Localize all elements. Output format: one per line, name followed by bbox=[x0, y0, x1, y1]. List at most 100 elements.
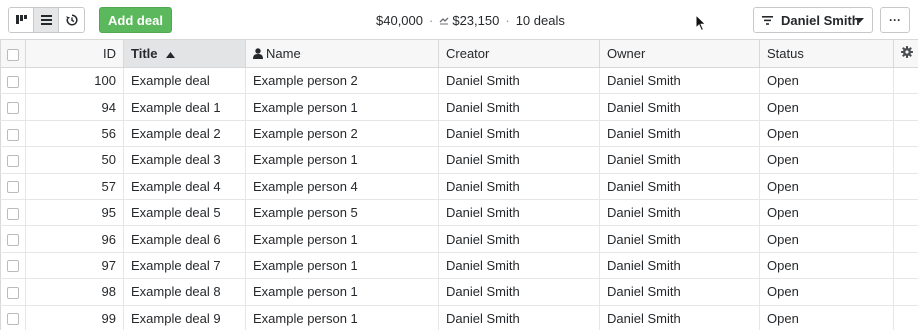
cell-title[interactable]: Example deal 7 bbox=[123, 252, 246, 280]
row-select-cell[interactable] bbox=[0, 225, 26, 253]
row-select-cell[interactable] bbox=[0, 146, 26, 174]
cell-status[interactable]: Open bbox=[759, 146, 894, 174]
cell-owner[interactable]: Daniel Smith bbox=[599, 305, 760, 330]
row-select-cell[interactable] bbox=[0, 173, 26, 200]
cell-id[interactable]: 95 bbox=[25, 199, 124, 227]
table-row[interactable]: 94 Example deal 1 Example person 1 Daniel S… bbox=[0, 93, 918, 121]
cell-id[interactable]: 50 bbox=[25, 146, 124, 174]
cell-status[interactable]: Open bbox=[759, 278, 894, 306]
cell-owner[interactable]: Daniel Smith bbox=[599, 252, 760, 280]
cell-status[interactable]: Open bbox=[759, 120, 894, 148]
row-checkbox[interactable] bbox=[7, 181, 19, 194]
cell-title[interactable]: Example deal 5 bbox=[123, 199, 246, 227]
cell-name[interactable]: Example person 1 bbox=[245, 93, 439, 121]
column-header-creator[interactable]: Creator bbox=[438, 39, 600, 68]
cell-owner[interactable]: Daniel Smith bbox=[599, 278, 760, 306]
cell-id[interactable]: 98 bbox=[25, 278, 124, 306]
column-header-name[interactable]: Name bbox=[245, 39, 439, 68]
cell-name[interactable]: Example person 1 bbox=[245, 146, 439, 174]
row-select-cell[interactable] bbox=[0, 305, 26, 330]
row-select-cell[interactable] bbox=[0, 67, 26, 95]
row-checkbox[interactable] bbox=[7, 128, 19, 141]
cell-creator[interactable]: Daniel Smith bbox=[438, 305, 600, 330]
cell-name[interactable]: Example person 1 bbox=[245, 225, 439, 253]
row-checkbox[interactable] bbox=[7, 313, 19, 326]
column-header-title[interactable]: Title bbox=[123, 39, 246, 68]
cell-id[interactable]: 57 bbox=[25, 173, 124, 200]
more-actions-button[interactable]: ··· bbox=[880, 7, 910, 33]
cell-name[interactable]: Example person 1 bbox=[245, 278, 439, 306]
cell-creator[interactable]: Daniel Smith bbox=[438, 93, 600, 121]
table-row[interactable]: 50 Example deal 3 Example person 1 Daniel S… bbox=[0, 146, 918, 174]
column-settings-cell[interactable] bbox=[893, 39, 918, 68]
cell-title[interactable]: Example deal 3 bbox=[123, 146, 246, 174]
row-select-cell[interactable] bbox=[0, 199, 26, 227]
cell-id[interactable]: 97 bbox=[25, 252, 124, 280]
forecast-view-button[interactable] bbox=[59, 8, 84, 32]
cell-status[interactable]: Open bbox=[759, 173, 894, 200]
cell-name[interactable]: Example person 5 bbox=[245, 199, 439, 227]
table-row[interactable]: 95 Example deal 5 Example person 5 Daniel S… bbox=[0, 199, 918, 227]
cell-creator[interactable]: Daniel Smith bbox=[438, 146, 600, 174]
owner-filter-button[interactable]: Daniel Smith bbox=[753, 7, 873, 33]
select-all-cell[interactable] bbox=[0, 39, 26, 68]
table-row[interactable]: 99 Example deal 9 Example person 1 Daniel S… bbox=[0, 305, 918, 330]
cell-id[interactable]: 100 bbox=[25, 67, 124, 95]
cell-owner[interactable]: Daniel Smith bbox=[599, 146, 760, 174]
cell-id[interactable]: 56 bbox=[25, 120, 124, 148]
cell-name[interactable]: Example person 1 bbox=[245, 305, 439, 330]
cell-creator[interactable]: Daniel Smith bbox=[438, 252, 600, 280]
cell-status[interactable]: Open bbox=[759, 252, 894, 280]
cell-status[interactable]: Open bbox=[759, 93, 894, 121]
gear-icon[interactable] bbox=[901, 46, 913, 58]
cell-id[interactable]: 99 bbox=[25, 305, 124, 330]
cell-name[interactable]: Example person 1 bbox=[245, 252, 439, 280]
cell-title[interactable]: Example deal 2 bbox=[123, 120, 246, 148]
row-select-cell[interactable] bbox=[0, 93, 26, 121]
cell-creator[interactable]: Daniel Smith bbox=[438, 67, 600, 95]
table-row[interactable]: 56 Example deal 2 Example person 2 Daniel S… bbox=[0, 120, 918, 148]
cell-status[interactable]: Open bbox=[759, 67, 894, 95]
cell-title[interactable]: Example deal 8 bbox=[123, 278, 246, 306]
cell-creator[interactable]: Daniel Smith bbox=[438, 225, 600, 253]
cell-title[interactable]: Example deal bbox=[123, 67, 246, 95]
row-checkbox[interactable] bbox=[7, 207, 19, 220]
row-checkbox[interactable] bbox=[7, 260, 19, 273]
table-row[interactable]: 57 Example deal 4 Example person 4 Daniel S… bbox=[0, 173, 918, 200]
select-all-checkbox[interactable] bbox=[7, 48, 19, 61]
list-view-button[interactable] bbox=[34, 8, 59, 32]
row-checkbox[interactable] bbox=[7, 154, 19, 167]
table-row[interactable]: 96 Example deal 6 Example person 1 Daniel S… bbox=[0, 225, 918, 253]
column-header-owner[interactable]: Owner bbox=[599, 39, 760, 68]
cell-title[interactable]: Example deal 6 bbox=[123, 225, 246, 253]
cell-name[interactable]: Example person 4 bbox=[245, 173, 439, 200]
cell-name[interactable]: Example person 2 bbox=[245, 67, 439, 95]
cell-creator[interactable]: Daniel Smith bbox=[438, 278, 600, 306]
table-row[interactable]: 98 Example deal 8 Example person 1 Daniel S… bbox=[0, 278, 918, 306]
table-row[interactable]: 100 Example deal Example person 2 Daniel Sm… bbox=[0, 67, 918, 95]
cell-creator[interactable]: Daniel Smith bbox=[438, 120, 600, 148]
cell-id[interactable]: 94 bbox=[25, 93, 124, 121]
pipeline-view-button[interactable] bbox=[9, 8, 34, 32]
cell-owner[interactable]: Daniel Smith bbox=[599, 67, 760, 95]
row-checkbox[interactable] bbox=[7, 102, 19, 115]
cell-id[interactable]: 96 bbox=[25, 225, 124, 253]
row-select-cell[interactable] bbox=[0, 278, 26, 306]
row-checkbox[interactable] bbox=[7, 234, 19, 247]
cell-title[interactable]: Example deal 1 bbox=[123, 93, 246, 121]
cell-owner[interactable]: Daniel Smith bbox=[599, 225, 760, 253]
add-deal-button[interactable]: Add deal bbox=[99, 7, 172, 33]
cell-title[interactable]: Example deal 4 bbox=[123, 173, 246, 200]
row-checkbox[interactable] bbox=[7, 75, 19, 88]
cell-name[interactable]: Example person 2 bbox=[245, 120, 439, 148]
cell-owner[interactable]: Daniel Smith bbox=[599, 173, 760, 200]
row-select-cell[interactable] bbox=[0, 120, 26, 148]
cell-title[interactable]: Example deal 9 bbox=[123, 305, 246, 330]
cell-status[interactable]: Open bbox=[759, 199, 894, 227]
cell-status[interactable]: Open bbox=[759, 225, 894, 253]
row-checkbox[interactable] bbox=[7, 286, 19, 299]
cell-owner[interactable]: Daniel Smith bbox=[599, 120, 760, 148]
cell-owner[interactable]: Daniel Smith bbox=[599, 93, 760, 121]
column-header-status[interactable]: Status bbox=[759, 39, 894, 68]
cell-status[interactable]: Open bbox=[759, 305, 894, 330]
